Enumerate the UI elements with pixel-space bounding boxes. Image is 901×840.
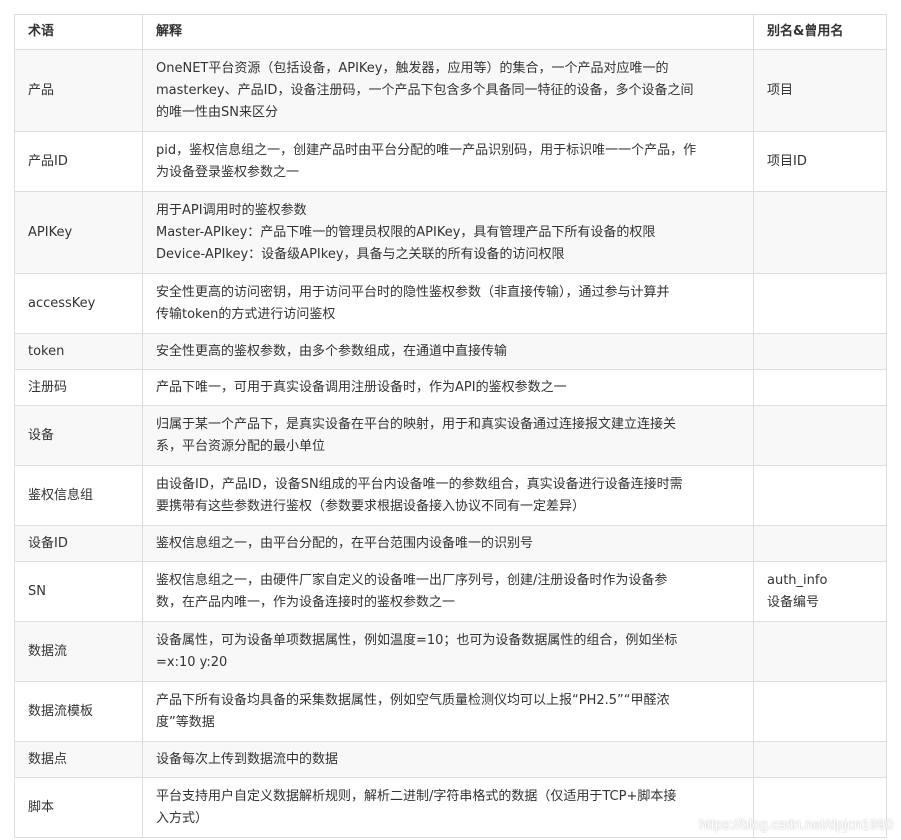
table-row: 数据点 设备每次上传到数据流中的数据: [14, 741, 887, 778]
description-line: 用于API调用时的鉴权参数: [156, 202, 307, 218]
alias-cell: [753, 273, 887, 334]
alias-cell: [753, 191, 887, 274]
alias-line: auth_info: [767, 572, 828, 588]
description-cell: 产品下唯一，可用于真实设备调用注册设备时，作为API的鉴权参数之一: [142, 369, 754, 406]
description-line: 安全性更高的访问密钥，用于访问平台时的隐性鉴权参数（非直接传输），通过参与计算并: [156, 284, 670, 300]
alias-cell: [753, 369, 887, 406]
alias-cell: [753, 525, 887, 562]
term-cell: 产品: [14, 49, 143, 132]
description-line: Master-APIkey：产品下唯一的管理员权限的APIKey，具有管理产品下…: [156, 224, 656, 240]
description-line: 传输token的方式进行访问鉴权: [156, 306, 336, 322]
description-line: Device-APIkey：设备级APIkey，具备与之关联的所有设备的访问权限: [156, 246, 565, 262]
description-cell: 产品下所有设备均具备的采集数据属性，例如空气质量检测仪均可以上报“PH2.5”“…: [142, 681, 754, 742]
description-cell: 设备每次上传到数据流中的数据: [142, 741, 754, 778]
description-line: 数，在产品内唯一，作为设备连接时的鉴权参数之一: [156, 594, 456, 610]
term-cell: 数据流: [14, 621, 143, 682]
header-alias: 别名&曾用名: [753, 14, 887, 50]
description-cell: 设备属性，可为设备单项数据属性，例如温度=10；也可为设备数据属性的组合，例如坐…: [142, 621, 754, 682]
description-line: 归属于某一个产品下，是真实设备在平台的映射，用于和真实设备通过连接报文建立连接关: [156, 416, 677, 432]
alias-cell: [753, 465, 887, 526]
term-cell: token: [14, 333, 143, 370]
alias-cell: [753, 333, 887, 370]
alias-cell: 项目ID: [753, 131, 887, 192]
description-line: 设备属性，可为设备单项数据属性，例如温度=10；也可为设备数据属性的组合，例如坐…: [156, 632, 678, 648]
alias-cell: auth_info 设备编号: [753, 561, 887, 622]
table-row: 数据流模板 产品下所有设备均具备的采集数据属性，例如空气质量检测仪均可以上报“PH…: [14, 681, 887, 742]
description-cell: 平台支持用户自定义数据解析规则，解析二进制/字符串格式的数据（仅适用于TCP+脚…: [142, 777, 754, 838]
term-cell: 产品ID: [14, 131, 143, 192]
description-cell: OneNET平台资源（包括设备，APIKey，触发器，应用等）的集合，一个产品对…: [142, 49, 754, 132]
description-line: =x:10 y:20: [156, 654, 228, 670]
description-line: masterkey、产品ID，设备注册码，一个产品下包含多个具备同一特征的设备，…: [156, 82, 694, 98]
watermark: https://blog.csdn.net/dpjcn1990: [699, 816, 893, 832]
alias-line: 项目ID: [767, 153, 807, 169]
description-cell: 归属于某一个产品下，是真实设备在平台的映射，用于和真实设备通过连接报文建立连接关…: [142, 405, 754, 466]
alias-line: 设备编号: [767, 594, 820, 610]
table-row: 产品ID pid，鉴权信息组之一，创建产品时由平台分配的唯一产品识别码，用于标识唯…: [14, 131, 887, 192]
term-cell: 设备ID: [14, 525, 143, 562]
description-line: 入方式）: [156, 810, 209, 826]
description-cell: 由设备ID，产品ID，设备SN组成的平台内设备唯一的参数组合，真实设备进行设备连…: [142, 465, 754, 526]
header-description: 解释: [142, 14, 754, 50]
table-row: 鉴权信息组 由设备ID，产品ID，设备SN组成的平台内设备唯一的参数组合，真实设备…: [14, 465, 887, 526]
term-cell: 注册码: [14, 369, 143, 406]
description-line: 安全性更高的鉴权参数，由多个参数组成，在通道中直接传输: [156, 343, 508, 359]
table-row: 设备ID 鉴权信息组之一，由平台分配的，在平台范围内设备唯一的识别号: [14, 525, 887, 562]
description-line: 产品下唯一，可用于真实设备调用注册设备时，作为API的鉴权参数之一: [156, 379, 567, 395]
description-line: 鉴权信息组之一，由硬件厂家自定义的设备唯一出厂序列号，创建/注册设备时作为设备参: [156, 572, 668, 588]
table-row: 数据流 设备属性，可为设备单项数据属性，例如温度=10；也可为设备数据属性的组合，…: [14, 621, 887, 682]
description-line: OneNET平台资源（包括设备，APIKey，触发器，应用等）的集合，一个产品对…: [156, 60, 669, 76]
term-cell: 鉴权信息组: [14, 465, 143, 526]
term-cell: 数据流模板: [14, 681, 143, 742]
description-cell: 安全性更高的鉴权参数，由多个参数组成，在通道中直接传输: [142, 333, 754, 370]
description-line: 平台支持用户自定义数据解析规则，解析二进制/字符串格式的数据（仅适用于TCP+脚…: [156, 788, 677, 804]
description-cell: 鉴权信息组之一，由平台分配的，在平台范围内设备唯一的识别号: [142, 525, 754, 562]
table-row: 产品 OneNET平台资源（包括设备，APIKey，触发器，应用等）的集合，一个产…: [14, 49, 887, 132]
header-term: 术语: [14, 14, 143, 50]
description-cell: 安全性更高的访问密钥，用于访问平台时的隐性鉴权参数（非直接传输），通过参与计算并…: [142, 273, 754, 334]
alias-cell: [753, 741, 887, 778]
term-cell: accessKey: [14, 273, 143, 334]
alias-line: 项目: [767, 82, 794, 98]
description-cell: 用于API调用时的鉴权参数 Master-APIkey：产品下唯一的管理员权限的A…: [142, 191, 754, 274]
description-cell: pid，鉴权信息组之一，创建产品时由平台分配的唯一产品识别码，用于标识唯一一个产…: [142, 131, 754, 192]
table-row: 设备 归属于某一个产品下，是真实设备在平台的映射，用于和真实设备通过连接报文建立连…: [14, 405, 887, 466]
description-line: pid，鉴权信息组之一，创建产品时由平台分配的唯一产品识别码，用于标识唯一一个产…: [156, 142, 697, 158]
alias-cell: 项目: [753, 49, 887, 132]
description-line: 系，平台资源分配的最小单位: [156, 438, 326, 454]
description-cell: 鉴权信息组之一，由硬件厂家自定义的设备唯一出厂序列号，创建/注册设备时作为设备参…: [142, 561, 754, 622]
table-row: 注册码 产品下唯一，可用于真实设备调用注册设备时，作为API的鉴权参数之一: [14, 369, 887, 406]
table-row: SN 鉴权信息组之一，由硬件厂家自定义的设备唯一出厂序列号，创建/注册设备时作为设…: [14, 561, 887, 622]
term-cell: 脚本: [14, 777, 143, 838]
description-line: 设备每次上传到数据流中的数据: [156, 751, 339, 767]
term-cell: SN: [14, 561, 143, 622]
description-line: 的唯一性由SN来区分: [156, 104, 278, 120]
table-row: APIKey 用于API调用时的鉴权参数 Master-APIkey：产品下唯一的管…: [14, 191, 887, 274]
table-row: token 安全性更高的鉴权参数，由多个参数组成，在通道中直接传输: [14, 333, 887, 370]
table-row: accessKey 安全性更高的访问密钥，用于访问平台时的隐性鉴权参数（非直接传输…: [14, 273, 887, 334]
description-line: 要携带有这些参数进行鉴权（参数要求根据设备接入协议不同有一定差异）: [156, 498, 586, 514]
alias-cell: [753, 621, 887, 682]
description-line: 鉴权信息组之一，由平台分配的，在平台范围内设备唯一的识别号: [156, 535, 534, 551]
table-body: 产品 OneNET平台资源（包括设备，APIKey，触发器，应用等）的集合，一个产…: [14, 49, 887, 838]
alias-cell: [753, 681, 887, 742]
description-line: 产品下所有设备均具备的采集数据属性，例如空气质量检测仪均可以上报“PH2.5”“…: [156, 692, 670, 708]
description-line: 为设备登录鉴权参数之一: [156, 164, 300, 180]
header-row: 术语 解释 别名&曾用名: [14, 14, 887, 50]
term-cell: 数据点: [14, 741, 143, 778]
term-cell: 设备: [14, 405, 143, 466]
description-line: 度”等数据: [156, 714, 215, 730]
glossary-table: 术语 解释 别名&曾用名 产品 OneNET平台资源（包括设备，APIKey，触发…: [14, 14, 887, 838]
description-line: 由设备ID，产品ID，设备SN组成的平台内设备唯一的参数组合，真实设备进行设备连…: [156, 476, 683, 492]
term-cell: APIKey: [14, 191, 143, 274]
alias-cell: [753, 405, 887, 466]
